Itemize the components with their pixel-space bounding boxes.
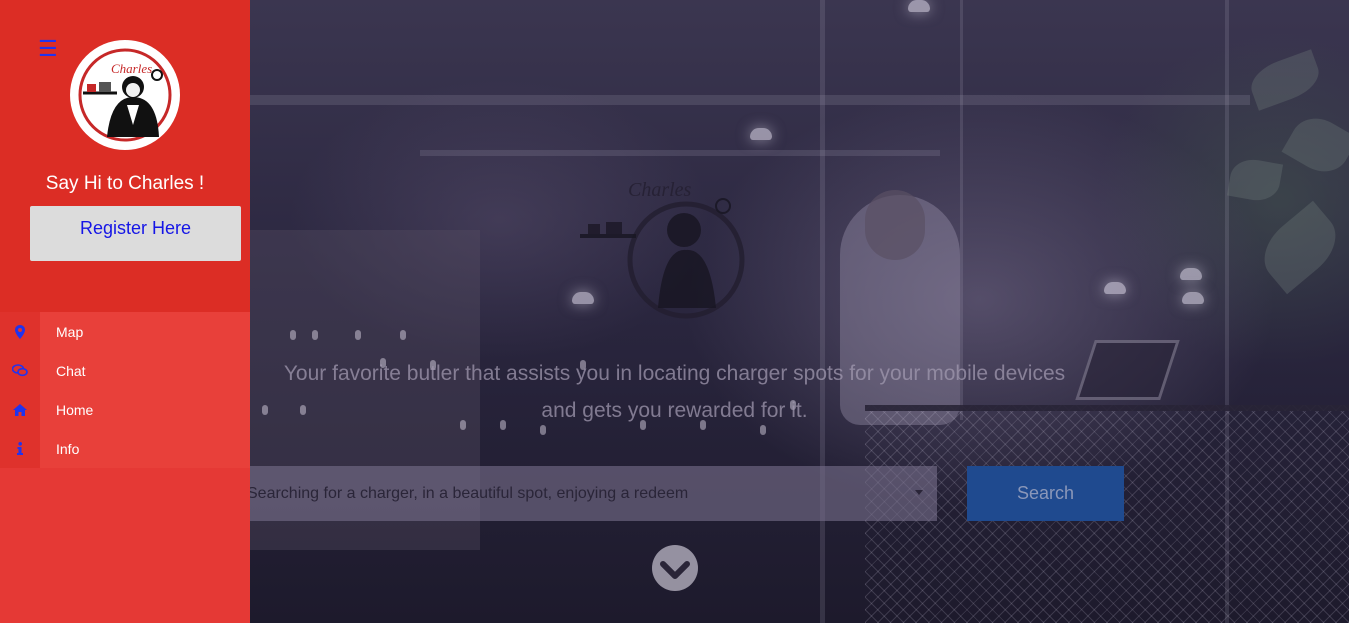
sidebar-item-home[interactable]: Home (0, 390, 250, 429)
sidebar-item-label: Chat (40, 351, 250, 390)
search-button[interactable]: Search (967, 466, 1124, 521)
sidebar-item-info[interactable]: Info (0, 429, 250, 468)
hero-tagline: Your favorite butler that assists you in… (250, 355, 1099, 429)
chat-bubbles-icon (12, 364, 28, 377)
butler-logo-watermark: Charles (580, 179, 745, 319)
greeting-heading: Say Hi to Charles ! (45, 173, 205, 194)
brand-logo: Charles (70, 40, 180, 150)
butler-logo-icon: Charles (78, 48, 172, 142)
search-select[interactable]: Searching for a charger, in a beautiful … (245, 466, 937, 521)
register-button-label: Register Here (79, 218, 192, 238)
sidebar-item-label: Map (40, 312, 250, 351)
map-marker-icon (15, 324, 25, 339)
register-button[interactable]: Register Here (30, 206, 241, 261)
hamburger-menu-icon[interactable]: ☰ (38, 38, 58, 60)
sidebar-menu: Map Chat Home Info (0, 312, 250, 468)
sidebar-item-label: Home (40, 390, 250, 429)
home-icon (13, 403, 27, 416)
logo-watermark-text: Charles (628, 179, 692, 201)
caret-down-icon (915, 490, 923, 495)
search-select-value: Searching for a charger, in a beautiful … (247, 484, 689, 502)
tagline-line-2: and gets you rewarded for it. (541, 399, 808, 422)
sidebar-item-chat[interactable]: Chat (0, 351, 250, 390)
sidebar-item-label: Info (40, 429, 250, 468)
sidebar: ☰ Charles Say Hi to Charles ! Register H… (0, 0, 250, 623)
sidebar-item-map[interactable]: Map (0, 312, 250, 351)
tagline-line-1: Your favorite butler that assists you in… (283, 362, 1066, 385)
info-icon (17, 442, 23, 455)
chevron-down-circle-icon[interactable] (651, 544, 699, 592)
sidebar-header: ☰ Charles Say Hi to Charles ! Register H… (0, 0, 250, 312)
logo-text: Charles (111, 61, 152, 76)
